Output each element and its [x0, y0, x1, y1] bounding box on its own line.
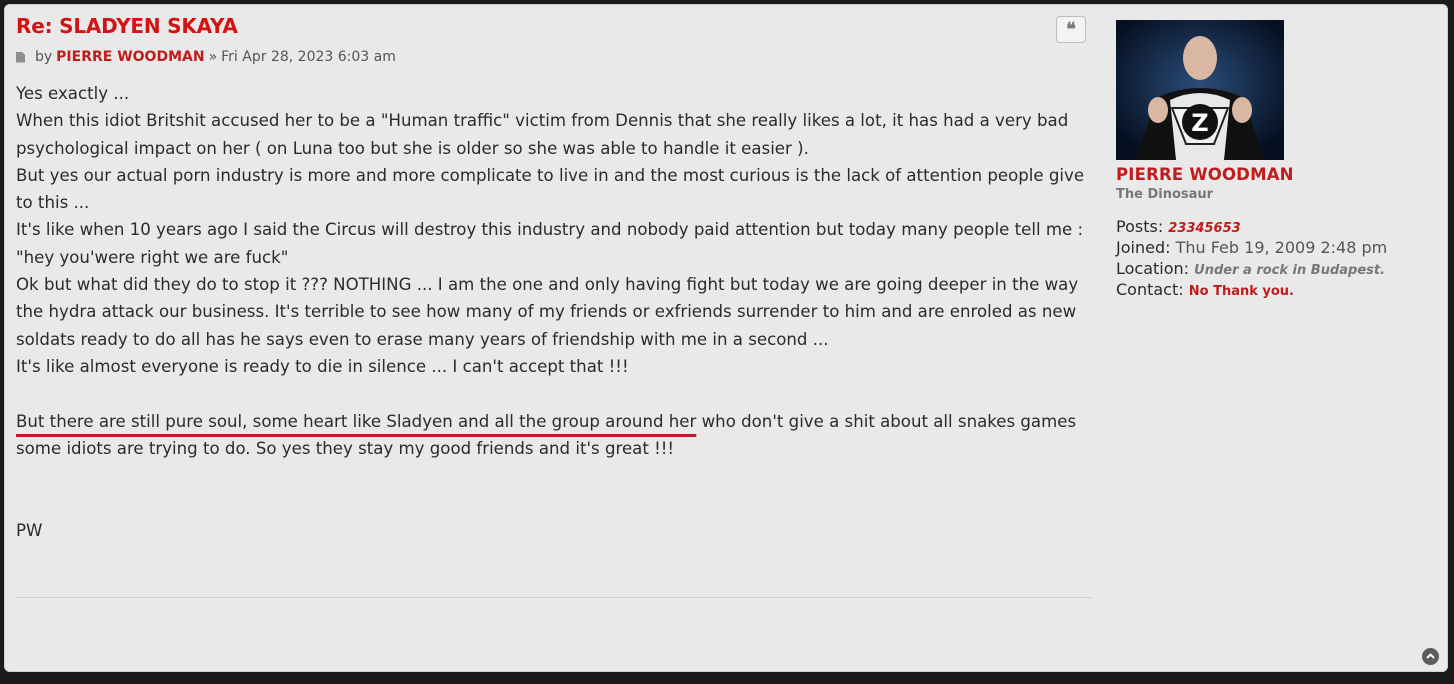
profile-rank: The Dinosaur: [1116, 187, 1214, 202]
signature: PW: [16, 520, 43, 540]
paragraph: Ok but what did they do to stop it ??? N…: [16, 275, 1079, 349]
paragraph: But yes our actual porn industry is more…: [16, 165, 1085, 213]
profile-username[interactable]: PIERRE WOODMAN: [1116, 165, 1436, 184]
post-date: Fri Apr 28, 2023 6:03 am: [221, 49, 396, 65]
joined-date: Thu Feb 19, 2009 2:48 pm: [1175, 238, 1388, 257]
quote-icon: ❝: [1066, 18, 1076, 40]
profile-details: Posts: 23345653 Joined: Thu Feb 19, 2009…: [1116, 216, 1436, 300]
by-label: by: [35, 49, 53, 65]
avatar[interactable]: Z: [1116, 20, 1284, 160]
paragraph: It's like when 10 years ago I said the C…: [16, 220, 1084, 240]
post-title[interactable]: Re: SLADYEN SKAYA: [16, 12, 1092, 42]
back-to-top-button[interactable]: [1422, 648, 1439, 665]
posts-label: Posts:: [1116, 217, 1164, 236]
paragraph: "hey you'were right we are fuck": [16, 247, 289, 267]
contact-value[interactable]: No Thank you.: [1189, 284, 1294, 299]
joined-label: Joined:: [1116, 238, 1171, 257]
paragraph: But there are still pure soul, some hear…: [16, 408, 1092, 463]
author-link[interactable]: PIERRE WOODMAN: [56, 46, 204, 68]
avatar-image: Z: [1116, 20, 1284, 160]
post-content: Yes exactly ... When this idiot Britshit…: [16, 80, 1092, 544]
post-container: Re: SLADYEN SKAYA by PIERRE WOODMAN » Fr…: [4, 4, 1448, 672]
svg-text:Z: Z: [1191, 109, 1208, 137]
post-body: Re: SLADYEN SKAYA by PIERRE WOODMAN » Fr…: [16, 12, 1092, 544]
profile-panel: Z PIERRE WOODMAN The Dinosaur Posts: 233…: [1116, 20, 1436, 300]
post-icon[interactable]: [16, 51, 25, 63]
chevron-up-icon: [1426, 653, 1435, 659]
posts-row: Posts: 23345653: [1116, 216, 1436, 237]
paragraph: Yes exactly ...: [16, 84, 130, 103]
joined-row: Joined: Thu Feb 19, 2009 2:48 pm: [1116, 237, 1436, 258]
separator: »: [208, 49, 218, 65]
post-author-line: by PIERRE WOODMAN » Fri Apr 28, 2023 6:0…: [16, 46, 1092, 68]
posts-count[interactable]: 23345653: [1168, 221, 1240, 236]
location-row: Location: Under a rock in Budapest.: [1116, 258, 1436, 279]
post-divider: [16, 597, 1092, 598]
contact-label: Contact:: [1116, 280, 1184, 299]
location-value: Under a rock in Budapest.: [1194, 263, 1386, 278]
quote-button[interactable]: ❝: [1056, 16, 1086, 43]
paragraph: When this idiot Britshit accused her to …: [16, 111, 1069, 158]
contact-row: Contact: No Thank you.: [1116, 279, 1436, 300]
underlined-text: But there are still pure soul, some hear…: [16, 411, 697, 431]
location-label: Location:: [1116, 259, 1190, 278]
paragraph: It's like almost everyone is ready to di…: [16, 356, 629, 376]
